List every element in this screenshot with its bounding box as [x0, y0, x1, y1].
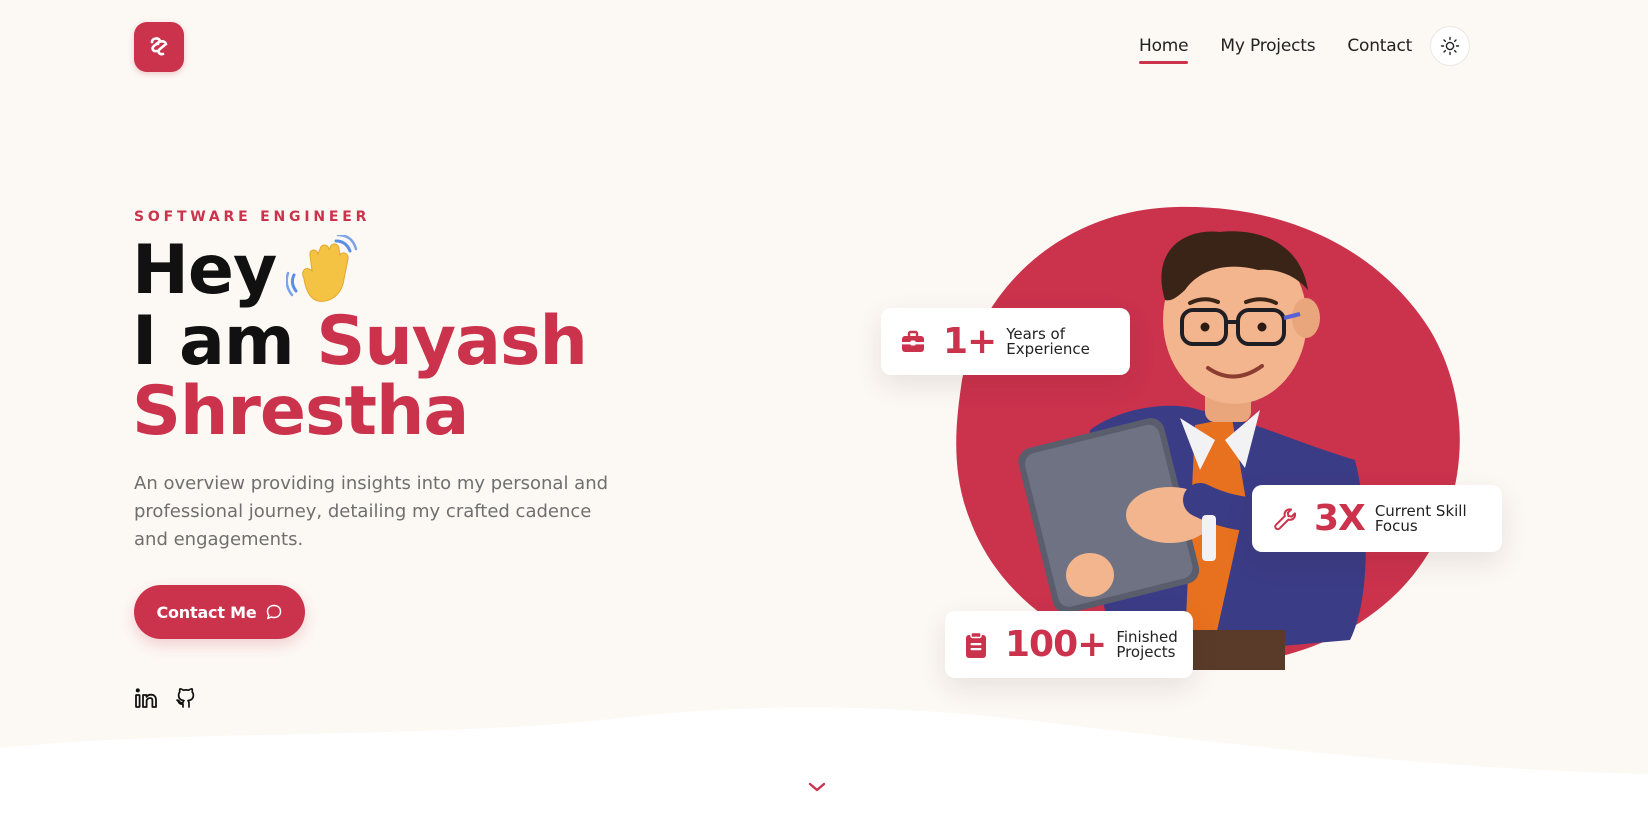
stat-card-experience: 1+ Years of Experience — [881, 308, 1130, 375]
stat-card-skill-focus: 3X Current Skill Focus — [1252, 485, 1502, 552]
clipboard-icon — [963, 631, 989, 659]
stat-label: Current Skill Focus — [1374, 501, 1467, 535]
stat-card-projects: 100+ Finished Projects — [945, 611, 1193, 678]
stat-label: Finished Projects — [1116, 627, 1178, 661]
wrench-icon — [1272, 506, 1298, 532]
stat-label: Years of Experience — [1006, 324, 1090, 358]
section-divider-wave — [0, 707, 1648, 824]
chevron-down-icon[interactable] — [806, 780, 828, 794]
stat-value: 1+ — [943, 321, 997, 362]
stat-value: 100+ — [1005, 624, 1107, 665]
briefcase-icon — [899, 328, 927, 356]
stat-value: 3X — [1314, 498, 1366, 539]
